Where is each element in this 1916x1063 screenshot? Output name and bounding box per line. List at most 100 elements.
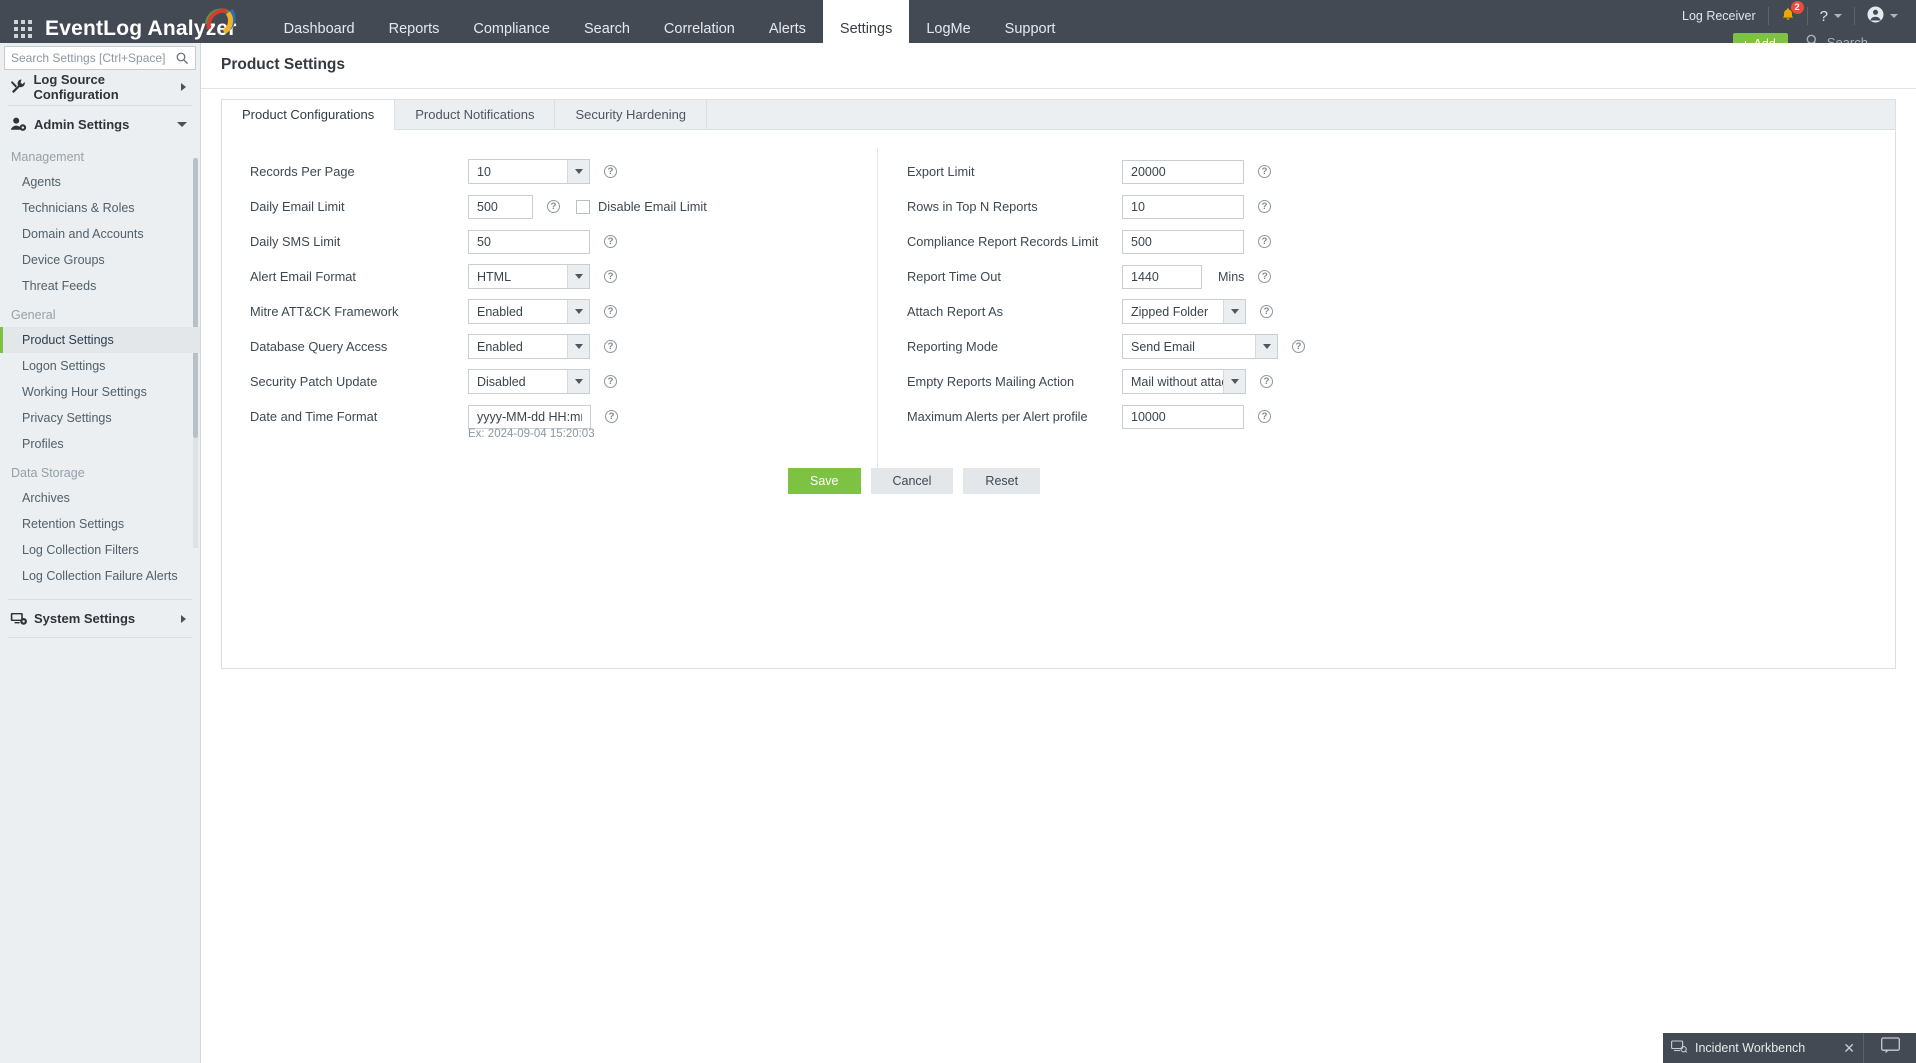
alert-email-format-select[interactable]: HTML — [468, 264, 590, 289]
help-icon-report-time-out[interactable]: ? — [1258, 270, 1272, 283]
sidebar-group-system-settings[interactable]: System Settings — [0, 602, 200, 635]
save-button[interactable]: Save — [788, 468, 861, 494]
daily-email-limit-label: Daily Email Limit — [250, 199, 345, 214]
user-account-button[interactable] — [1855, 6, 1908, 25]
sidebar-group-label: System Settings — [34, 611, 136, 626]
form-column-right: Export Limit ? Rows in Top N Reports ? C… — [877, 154, 1477, 440]
sidebar-item-product-settings[interactable]: Product Settings — [0, 327, 200, 353]
settings-panel: Product Configurations Product Notificat… — [221, 99, 1896, 669]
database-query-access-select[interactable]: Enabled — [468, 334, 590, 359]
log-receiver-link[interactable]: Log Receiver — [1670, 7, 1769, 25]
chevron-down-icon — [567, 265, 589, 288]
sidebar-item-working-hour-settings[interactable]: Working Hour Settings — [0, 379, 200, 405]
sidebar-item-threat-feeds[interactable]: Threat Feeds — [0, 273, 200, 299]
disable-email-limit-checkbox[interactable] — [576, 199, 590, 214]
help-menu-button[interactable]: ? — [1808, 7, 1855, 25]
chevron-down-icon — [1834, 14, 1842, 18]
tab-product-configurations[interactable]: Product Configurations — [222, 100, 396, 130]
incident-workbench-label: Incident Workbench — [1695, 1041, 1806, 1055]
sidebar-item-logon-settings[interactable]: Logon Settings — [0, 353, 200, 379]
help-icon-export-limit[interactable]: ? — [1258, 165, 1271, 178]
cancel-button[interactable]: Cancel — [870, 468, 954, 494]
sidebar-item-profiles[interactable]: Profiles — [0, 431, 200, 457]
help-icon-attach-report-as[interactable]: ? — [1260, 305, 1273, 318]
rows-top-n-input[interactable] — [1122, 194, 1244, 219]
help-icon-daily-email-limit[interactable]: ? — [547, 200, 560, 213]
help-icon-rows-top-n[interactable]: ? — [1258, 200, 1271, 213]
daily-sms-limit-input[interactable] — [468, 229, 590, 254]
help-icon-alert-email-format[interactable]: ? — [604, 270, 617, 283]
empty-reports-action-select[interactable]: Mail without attach — [1122, 369, 1246, 394]
search-input[interactable] — [11, 51, 176, 65]
attach-report-as-select[interactable]: Zipped Folder — [1122, 299, 1246, 324]
reporting-mode-select[interactable]: Send Email — [1122, 334, 1278, 359]
compliance-records-limit-input[interactable] — [1122, 229, 1244, 254]
incident-workbench-bar[interactable]: Incident Workbench ✕ — [1663, 1033, 1863, 1063]
date-time-format-example: Ex: 2024-09-04 15:20:03 — [468, 428, 595, 440]
daily-email-limit-input[interactable] — [468, 194, 533, 219]
report-time-out-unit: Mins — [1218, 269, 1245, 284]
chat-button[interactable] — [1863, 1033, 1916, 1063]
help-icon-compliance-records-limit[interactable]: ? — [1258, 235, 1271, 248]
sidebar-item-technicians-roles[interactable]: Technicians & Roles — [0, 195, 200, 221]
field-records-per-page: Records Per Page 10 ? — [250, 154, 877, 189]
security-patch-update-value: Disabled — [477, 374, 526, 389]
sidebar-item-archives[interactable]: Archives — [0, 485, 200, 511]
chevron-down-icon — [1255, 335, 1277, 358]
help-icon-max-alerts[interactable]: ? — [1258, 410, 1271, 423]
date-time-format-input[interactable] — [468, 404, 591, 429]
max-alerts-label: Maximum Alerts per Alert profile — [907, 409, 1088, 424]
sidebar-item-log-collection-failure-alerts[interactable]: Log Collection Failure Alerts — [0, 563, 200, 589]
tools-icon — [10, 78, 33, 95]
field-export-limit: Export Limit ? — [907, 154, 1477, 189]
mitre-attack-select[interactable]: Enabled — [468, 299, 590, 324]
page-title: Product Settings — [221, 56, 346, 73]
help-icon-security-patch-update[interactable]: ? — [604, 375, 617, 388]
form-action-buttons: Save Cancel Reset — [788, 468, 1895, 494]
close-icon[interactable]: ✕ — [1843, 1040, 1855, 1057]
tab-security-hardening[interactable]: Security Hardening — [555, 100, 708, 129]
sidebar-item-privacy-settings[interactable]: Privacy Settings — [0, 405, 200, 431]
sidebar-search-box[interactable] — [4, 46, 196, 70]
field-alert-email-format: Alert Email Format HTML ? — [250, 259, 877, 294]
tab-product-notifications[interactable]: Product Notifications — [395, 100, 556, 129]
chevron-down-icon — [177, 122, 187, 127]
sidebar-item-retention-settings[interactable]: Retention Settings — [0, 511, 200, 537]
records-per-page-select[interactable]: 10 — [468, 159, 590, 184]
field-daily-email-limit: Daily Email Limit ? Disable Email Limit — [250, 189, 877, 224]
main-content: Product Settings Product Configurations … — [201, 43, 1916, 1063]
date-time-format-label: Date and Time Format — [250, 409, 378, 424]
empty-reports-action-label: Empty Reports Mailing Action — [907, 374, 1075, 389]
settings-sidebar: Log Source Configuration Admin Settings … — [0, 43, 201, 1063]
sidebar-item-agents[interactable]: Agents — [0, 169, 200, 195]
sidebar-group-admin-settings[interactable]: Admin Settings — [0, 108, 200, 141]
reset-button[interactable]: Reset — [963, 468, 1041, 494]
help-icon-date-time-format[interactable]: ? — [605, 410, 618, 423]
help-icon-database-query-access[interactable]: ? — [604, 340, 617, 353]
sidebar-item-log-collection-filters[interactable]: Log Collection Filters — [0, 537, 200, 563]
reporting-mode-value: Send Email — [1131, 339, 1195, 354]
export-limit-input[interactable] — [1122, 159, 1244, 184]
field-database-query-access: Database Query Access Enabled ? — [250, 329, 877, 364]
help-icon-reporting-mode[interactable]: ? — [1292, 340, 1305, 353]
field-empty-reports-mailing-action: Empty Reports Mailing Action Mail withou… — [907, 364, 1477, 399]
help-icon-empty-reports-action[interactable]: ? — [1260, 375, 1273, 388]
grid-dots-icon — [13, 19, 32, 38]
monitor-gear-icon — [10, 610, 34, 627]
report-time-out-input[interactable] — [1122, 264, 1202, 289]
notifications-button[interactable]: 2 — [1769, 1, 1808, 25]
tab-bar: Product Configurations Product Notificat… — [222, 100, 1895, 130]
security-patch-update-select[interactable]: Disabled — [468, 369, 590, 394]
chat-icon — [1880, 1037, 1900, 1059]
sidebar-divider — [8, 599, 192, 600]
mitre-attack-value: Enabled — [477, 304, 523, 319]
help-icon-records-per-page[interactable]: ? — [604, 165, 617, 178]
chevron-down-icon — [567, 160, 589, 183]
help-icon-daily-sms-limit[interactable]: ? — [604, 235, 617, 248]
help-icon-mitre-attack[interactable]: ? — [604, 305, 617, 318]
sidebar-group-log-source-configuration[interactable]: Log Source Configuration — [0, 70, 200, 103]
sidebar-item-domain-and-accounts[interactable]: Domain and Accounts — [0, 221, 200, 247]
max-alerts-input[interactable] — [1122, 404, 1244, 429]
field-daily-sms-limit: Daily SMS Limit ? — [250, 224, 877, 259]
sidebar-item-device-groups[interactable]: Device Groups — [0, 247, 200, 273]
